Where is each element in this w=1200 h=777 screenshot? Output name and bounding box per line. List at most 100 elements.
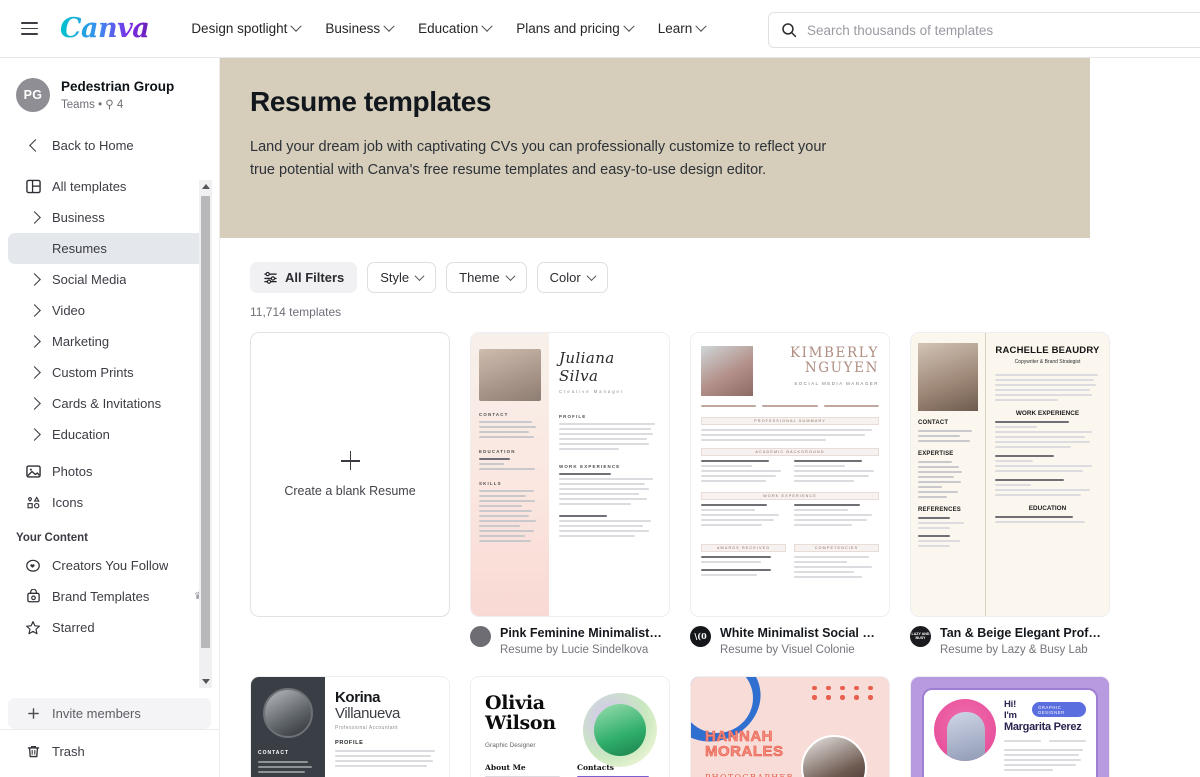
sidebar-item-custom-prints[interactable]: Custom Prints — [8, 357, 211, 388]
scroll-up-arrow[interactable] — [200, 180, 211, 193]
sidebar-item-all-templates[interactable]: All templates — [8, 171, 211, 202]
sidebar-item-trash[interactable]: Trash — [8, 736, 211, 767]
preview-section: CONTACT — [918, 420, 949, 426]
sidebar-bottom-section: Invite members Trash — [0, 698, 219, 777]
chevron-down-icon — [290, 20, 303, 32]
preview-section: WORK EXPERIENCE — [701, 492, 879, 500]
template-caption: \(0 White Minimalist Social Med... Resum… — [690, 626, 890, 656]
nav-label: Design spotlight — [191, 21, 288, 36]
trash-icon — [24, 743, 42, 761]
sidebar-label: Trash — [52, 744, 85, 759]
preview-section: WORK EXPERIENCE — [1015, 410, 1080, 417]
template-title[interactable]: Tan & Beige Elegant Professi... — [940, 626, 1103, 642]
template-author[interactable]: Resume by Lucie Sindelkova — [500, 644, 663, 656]
heart-in-circle-icon — [24, 557, 42, 575]
sidebar-item-brand-templates[interactable]: Brand Templates ♛ — [8, 581, 211, 612]
nav-label: Learn — [657, 21, 693, 36]
nav-item-plans-and-pricing[interactable]: Plans and pricing — [506, 13, 643, 44]
template-card-korina[interactable]: CONTACT Korina Villanueva Professional A… — [250, 675, 450, 777]
preview-photo — [701, 346, 753, 396]
sidebar-item-video[interactable]: Video — [8, 295, 211, 326]
nav-item-design-spotlight[interactable]: Design spotlight — [181, 13, 310, 44]
avatar: \(0 — [690, 626, 711, 647]
sidebar-item-creators-you-follow[interactable]: Creators You Follow — [8, 550, 211, 581]
star-icon — [24, 619, 42, 637]
template-author[interactable]: Resume by Visuel Colonie — [720, 644, 883, 656]
template-card-hannah[interactable]: HANNAH MORALES PHOTOGRAPHER ABOUT ME EDU… — [690, 675, 890, 777]
sidebar-item-business[interactable]: Business — [8, 202, 211, 233]
style-filter-dropdown[interactable]: Style — [367, 262, 437, 293]
chevron-right-icon — [24, 302, 42, 320]
template-card-margarita[interactable]: Hi! I'm GRAPHIC DESIGNER Margarita Perez — [910, 675, 1110, 777]
template-card-olivia[interactable]: Olivia Wilson Graphic Designer About Me … — [470, 675, 670, 777]
all-filters-button[interactable]: All Filters — [250, 262, 358, 293]
preview-name-line1: KIMBERLY — [790, 345, 879, 361]
sidebar-scrollbar-thumb[interactable] — [201, 196, 210, 648]
template-title[interactable]: Pink Feminine Minimalist Bu... — [500, 626, 663, 642]
search-box[interactable] — [768, 12, 1200, 48]
chevron-down-icon — [383, 20, 395, 32]
shapes-icon — [24, 494, 42, 512]
hamburger-menu-icon[interactable] — [12, 12, 46, 46]
template-preview: KIMBERLY NGUYEN SOCIAL MEDIA MANAGER PRO… — [691, 333, 889, 616]
color-filter-dropdown[interactable]: Color — [536, 262, 608, 293]
sidebar-label: Business — [52, 210, 105, 225]
nav-item-learn[interactable]: Learn — [648, 13, 716, 44]
theme-filter-label: Theme — [459, 270, 500, 285]
template-preview: Olivia Wilson Graphic Designer About Me … — [471, 676, 669, 777]
sidebar: PG Pedestrian Group Teams • ⚲ 4 Back to … — [0, 58, 220, 777]
template-grid: Create a blank Resume CONTACT EDUCATION … — [220, 319, 1140, 777]
chevron-right-icon — [24, 209, 42, 227]
preview-name-line2: NGUYEN — [804, 360, 879, 377]
sidebar-item-starred[interactable]: Starred — [8, 612, 211, 643]
create-blank-label: Create a blank Resume — [284, 484, 416, 498]
template-card-tan-beige[interactable]: CONTACT EXPERTISE REFERENCES RACHELLE BE… — [910, 332, 1110, 617]
nav-item-education[interactable]: Education — [408, 13, 501, 44]
preview-section: WORK EXPERIENCE — [559, 464, 621, 469]
canva-logo[interactable]: Canva — [60, 13, 153, 44]
preview-dots — [812, 685, 877, 700]
template-preview: CONTACT EDUCATION SKILLS Juliana Silva C… — [471, 333, 669, 616]
team-switcher[interactable]: PG Pedestrian Group Teams • ⚲ 4 — [0, 58, 219, 116]
sidebar-item-education[interactable]: Education — [8, 419, 211, 450]
preview-photo — [479, 349, 541, 401]
nav-item-business[interactable]: Business — [315, 13, 403, 44]
scroll-down-arrow[interactable] — [200, 675, 211, 688]
back-to-home-button[interactable]: Back to Home — [8, 130, 211, 161]
avatar — [470, 626, 491, 647]
sidebar-item-icons[interactable]: Icons — [8, 487, 211, 518]
sidebar-item-cards-and-invitations[interactable]: Cards & Invitations — [8, 388, 211, 419]
preview-role: Creative Manager — [559, 389, 625, 394]
sidebar-item-photos[interactable]: Photos — [8, 456, 211, 487]
template-title[interactable]: White Minimalist Social Med... — [720, 626, 883, 642]
invite-members-button[interactable]: Invite members — [8, 698, 211, 729]
chevron-right-icon — [24, 271, 42, 289]
sidebar-item-resumes[interactable]: Resumes — [8, 233, 211, 264]
filter-bar: All Filters Style Theme Color — [220, 238, 1200, 293]
main-content: Resume templates Land your dream job wit… — [220, 58, 1200, 777]
color-filter-label: Color — [549, 270, 581, 285]
create-blank-resume-card[interactable]: Create a blank Resume — [250, 332, 450, 617]
grid-cell: CONTACT EXPERTISE REFERENCES RACHELLE BE… — [910, 332, 1110, 656]
chevron-down-icon — [414, 271, 425, 282]
hero-subtitle: Land your dream job with captivating CVs… — [250, 139, 827, 179]
template-card-pink-feminine[interactable]: CONTACT EDUCATION SKILLS Juliana Silva C… — [470, 332, 670, 617]
template-author[interactable]: Resume by Lazy & Busy Lab — [940, 644, 1103, 656]
preview-section: EDUCATION — [479, 449, 516, 454]
template-card-white-minimalist[interactable]: KIMBERLY NGUYEN SOCIAL MEDIA MANAGER PRO… — [690, 332, 890, 617]
template-preview: Hi! I'm GRAPHIC DESIGNER Margarita Perez — [911, 676, 1109, 777]
chevron-left-icon — [24, 137, 42, 155]
sidebar-item-marketing[interactable]: Marketing — [8, 326, 211, 357]
template-preview: HANNAH MORALES PHOTOGRAPHER ABOUT ME EDU… — [691, 676, 889, 777]
all-filters-label: All Filters — [285, 270, 345, 285]
templates-icon — [24, 178, 42, 196]
preview-role: PHOTOGRAPHER — [705, 773, 794, 777]
search-input[interactable] — [807, 22, 1200, 38]
sidebar-item-social-media[interactable]: Social Media — [8, 264, 211, 295]
grid-cell: CONTACT Korina Villanueva Professional A… — [250, 675, 450, 777]
preview-section: CONTACT — [258, 749, 290, 756]
theme-filter-dropdown[interactable]: Theme — [446, 262, 527, 293]
preview-name-line2: MORALES — [705, 743, 784, 761]
search-area — [768, 12, 1200, 48]
grid-cell: Olivia Wilson Graphic Designer About Me … — [470, 675, 670, 777]
